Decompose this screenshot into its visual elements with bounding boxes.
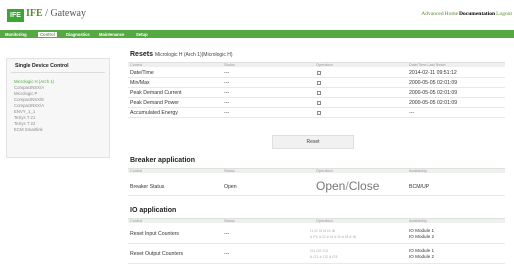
io-col-status: Status: [224, 219, 235, 223]
tab-control[interactable]: Control: [37, 30, 58, 38]
row-control: Accumulated Energy: [130, 110, 178, 116]
brand-rest: / Gateway: [42, 8, 86, 19]
main-nav: Monitoring Control Diagnostics Maintenan…: [0, 30, 514, 38]
close-button[interactable]: Close: [349, 179, 380, 193]
row-date: 2000-05-05 02:01:09: [409, 100, 458, 106]
io-input-checkboxes[interactable]: I1 I2 I3 I4 I5 I6: [310, 228, 335, 233]
reset-checkbox[interactable]: [317, 111, 321, 115]
reset-checkbox[interactable]: [317, 101, 321, 105]
io-output-counts: # O1 # O2 # O3: [310, 254, 338, 259]
table-row: Date/Time --- 2014-02-11 09:51:12: [128, 68, 505, 78]
sidebar-item-envy[interactable]: ENVY_1_1: [14, 109, 35, 114]
breaker-status-label: Breaker Status: [130, 184, 165, 190]
resets-subtitle: Micrologic H (Arch 1)(Micrologic H): [154, 52, 233, 58]
resets-title-text: Resets: [130, 51, 153, 58]
table-row: Reset Input Counters --- I1 I2 I3 I4 I5 …: [128, 224, 505, 244]
resets-table-header: Control Status Operation Date/Time Last …: [128, 62, 505, 67]
sidebar-item-ecm-smartlink[interactable]: ECM Smartlink: [14, 127, 43, 132]
io-col-availability: Availability: [409, 219, 427, 223]
sidebar-item-compactnsx-a[interactable]: CompactNSX/A: [14, 85, 44, 90]
io-col-operation: Operation: [316, 219, 333, 223]
sidebar-item-tesys-t-22[interactable]: TeSys T 22: [14, 121, 35, 126]
open-button[interactable]: Open: [316, 179, 345, 193]
link-home[interactable]: Home: [445, 11, 458, 17]
breaker-col-status: Status: [224, 169, 235, 173]
sidebar-item-micrologic-p[interactable]: Micrologic P: [14, 91, 37, 96]
sidebar-item-compactnsx-a-2[interactable]: CompactNSX/A: [14, 103, 44, 108]
brand-bold: IFE: [26, 8, 43, 19]
row-date: 2000-05-05 02:01:09: [409, 90, 458, 96]
resets-title: Resets Micrologic H (Arch 1)(Micrologic H…: [130, 51, 232, 58]
breaker-title: Breaker application: [130, 157, 195, 164]
tab-diagnostics[interactable]: Diagnostics: [64, 31, 92, 38]
io-row-status: ---: [224, 231, 230, 237]
row-control: Date/Time: [130, 70, 154, 76]
breaker-col-availability: Availability: [409, 169, 427, 173]
row-date: ---: [409, 110, 415, 116]
sidebar-item-compactnsx-e[interactable]: CompactNSX/E: [14, 97, 44, 102]
sidebar-divider: [11, 72, 105, 73]
logo-text: IFE: [10, 12, 21, 19]
reset-checkbox[interactable]: [317, 91, 321, 95]
sidebar-item-tesys-t-21[interactable]: TeSys T 21: [14, 115, 35, 120]
io-row-control: Reset Output Counters: [130, 251, 184, 257]
sidebar-item-micrologic-h[interactable]: Micrologic H (Arch 1): [14, 79, 54, 84]
link-advanced[interactable]: Advanced: [421, 11, 443, 17]
row-status: ---: [224, 70, 230, 76]
breaker-status-value: Open: [224, 184, 237, 190]
header: IFE IFE / Gateway AdvancedHomeDocumentat…: [0, 0, 514, 30]
sidebar: Single Device Control Micrologic H (Arch…: [6, 58, 110, 158]
io-row-avail-1: IO Module 1: [409, 248, 435, 253]
resets-col-operation: Operation: [316, 63, 333, 67]
brand-title: IFE / Gateway: [26, 8, 86, 19]
row-status: ---: [224, 80, 230, 86]
breaker-col-control: Control: [130, 169, 143, 173]
io-row-avail-2: IO Module 2: [409, 254, 435, 259]
io-table-header: Control Status Operation Availability: [128, 218, 505, 223]
tab-maintenance[interactable]: Maintenance: [97, 31, 126, 38]
link-logout[interactable]: Logout: [496, 11, 512, 17]
open-close-control: Open/Close: [316, 179, 379, 193]
resets-col-control: Control: [130, 63, 143, 67]
io-title: IO application: [130, 207, 177, 214]
reset-button[interactable]: Reset: [272, 135, 354, 149]
io-col-control: Control: [130, 219, 143, 223]
row-status: ---: [224, 90, 230, 96]
table-row: Peak Demand Current --- 2000-05-05 02:01…: [128, 88, 505, 98]
link-documentation[interactable]: Documentation: [459, 11, 495, 17]
row-status: ---: [224, 110, 230, 116]
breaker-availability: BCM/UP: [409, 184, 430, 190]
io-input-counts: # P1 # I2 # I3 # I4 # I5 # I6: [310, 234, 356, 239]
table-row: Min/Max --- 2000-05-05 02:01:09: [128, 78, 505, 88]
table-row: Accumulated Energy --- ---: [128, 108, 505, 118]
io-row-avail-1: IO Module 1: [409, 228, 435, 233]
io-output-checkboxes[interactable]: O1 O2 O3: [310, 248, 328, 253]
table-row: Peak Demand Power --- 2000-05-05 02:01:0…: [128, 98, 505, 108]
row-status: ---: [224, 100, 230, 106]
io-row-avail-2: IO Module 2: [409, 234, 435, 239]
resets-col-date: Date/Time Last Reset: [409, 63, 446, 67]
logo[interactable]: IFE: [7, 9, 24, 22]
reset-checkbox[interactable]: [317, 81, 321, 85]
resets-col-status: Status: [224, 63, 235, 67]
table-row: Reset Output Counters --- O1 O2 O3 # O1 …: [128, 244, 505, 264]
top-links: AdvancedHomeDocumentationLogout: [420, 11, 512, 17]
tab-monitoring[interactable]: Monitoring: [3, 31, 29, 38]
breaker-table-header: Control Status Operation Availability: [128, 168, 505, 173]
row-date: 2000-05-05 02:01:09: [409, 80, 458, 86]
tab-setup[interactable]: Setup: [134, 31, 150, 38]
io-row-status: ---: [224, 251, 230, 257]
sidebar-title: Single Device Control: [15, 63, 69, 69]
breaker-col-operation: Operation: [316, 169, 333, 173]
row-control: Peak Demand Power: [130, 100, 180, 106]
io-row-control: Reset Input Counters: [130, 231, 180, 237]
reset-checkbox[interactable]: [317, 71, 321, 75]
row-date: 2014-02-11 09:51:12: [409, 70, 457, 76]
row-control: Min/Max: [130, 80, 150, 86]
row-control: Peak Demand Current: [130, 90, 182, 96]
